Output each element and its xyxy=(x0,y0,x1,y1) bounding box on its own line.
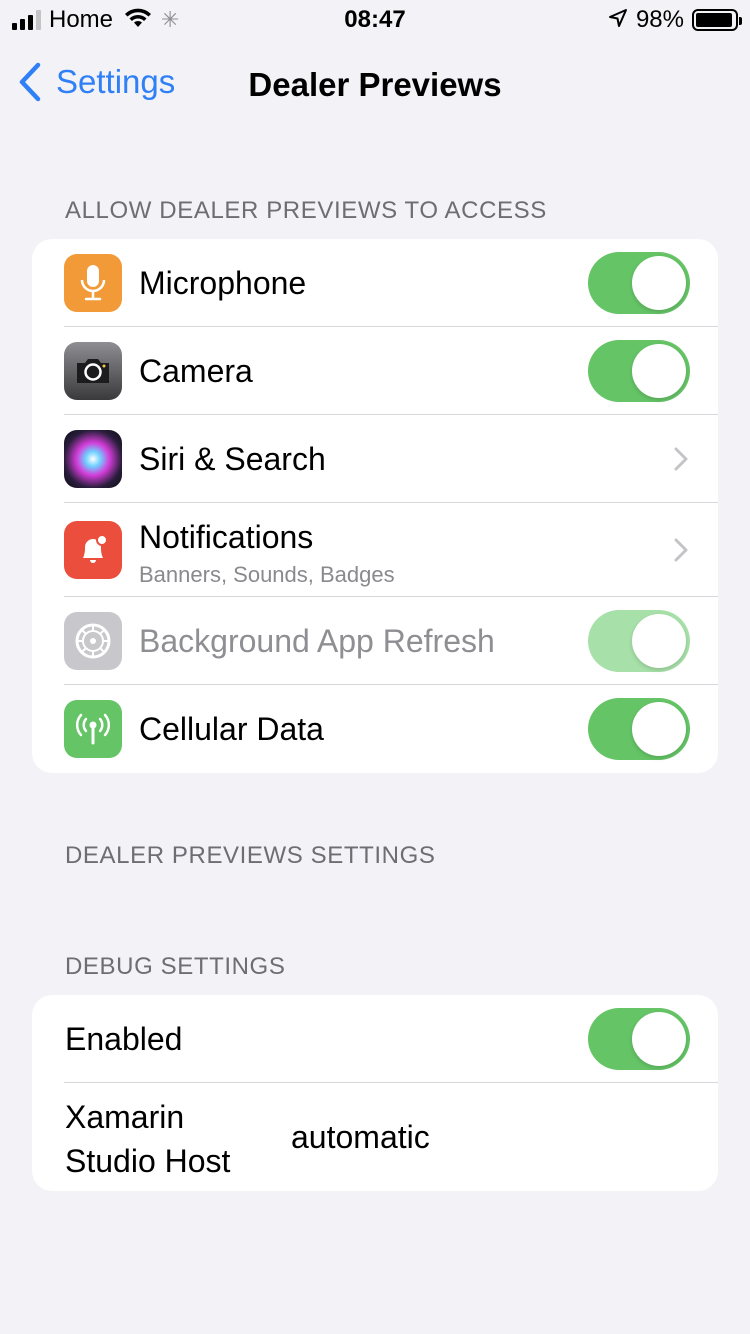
chevron-right-icon xyxy=(674,447,688,471)
status-bar: Home ✳ 08:47 98% xyxy=(0,0,750,40)
xamarin-host-label: Xamarin Studio Host xyxy=(65,1095,230,1183)
row-label: Notifications xyxy=(139,519,314,555)
xamarin-host-label-line1: Xamarin xyxy=(65,1099,185,1135)
row-label: Camera xyxy=(139,353,253,389)
gear-icon xyxy=(64,612,122,670)
row-label: Siri & Search xyxy=(139,441,326,477)
section-header-app-settings: DEALER PREVIEWS SETTINGS xyxy=(65,842,436,869)
cellular-data-toggle[interactable] xyxy=(588,698,690,760)
debug-group: Enabled Xamarin Studio Host automatic xyxy=(32,995,718,1191)
debug-enabled-toggle[interactable] xyxy=(588,1008,690,1070)
row-notifications[interactable]: Notifications Banners, Sounds, Badges xyxy=(32,503,718,597)
row-camera: Camera xyxy=(32,327,718,415)
section-header-debug: DEBUG SETTINGS xyxy=(65,953,286,980)
row-microphone: Microphone xyxy=(32,239,718,327)
row-label: Cellular Data xyxy=(139,711,324,747)
notification-bell-icon xyxy=(64,521,122,579)
xamarin-host-input[interactable]: automatic xyxy=(291,1119,430,1156)
row-background-app-refresh: Background App Refresh xyxy=(32,597,718,685)
chevron-right-icon xyxy=(674,538,688,562)
microphone-icon xyxy=(64,254,122,312)
battery-percent: 98% xyxy=(635,6,684,33)
status-bar-right: 98% xyxy=(608,6,742,34)
page-title: Dealer Previews xyxy=(248,66,502,103)
siri-icon xyxy=(64,430,122,488)
row-debug-enabled: Enabled xyxy=(32,995,718,1083)
access-group: Microphone Camera Siri & Search Notifica… xyxy=(32,239,718,773)
row-xamarin-host: Xamarin Studio Host automatic xyxy=(32,1083,718,1191)
antenna-icon xyxy=(64,700,122,758)
debug-enabled-label: Enabled xyxy=(65,1021,183,1057)
row-sublabel: Banners, Sounds, Badges xyxy=(139,562,395,587)
camera-icon xyxy=(64,342,122,400)
row-label: Background App Refresh xyxy=(139,623,495,659)
background-app-refresh-toggle[interactable] xyxy=(588,610,690,672)
row-label: Microphone xyxy=(139,265,307,301)
location-arrow-icon xyxy=(608,8,628,33)
row-siri-search[interactable]: Siri & Search xyxy=(32,415,718,503)
microphone-toggle[interactable] xyxy=(588,252,690,314)
section-header-access: ALLOW DEALER PREVIEWS TO ACCESS xyxy=(65,197,547,224)
battery-icon xyxy=(692,9,742,31)
navigation-bar: Settings Dealer Previews xyxy=(0,52,750,116)
row-cellular-data: Cellular Data xyxy=(32,685,718,773)
camera-toggle[interactable] xyxy=(588,340,690,402)
xamarin-host-label-line2: Studio Host xyxy=(65,1143,231,1179)
